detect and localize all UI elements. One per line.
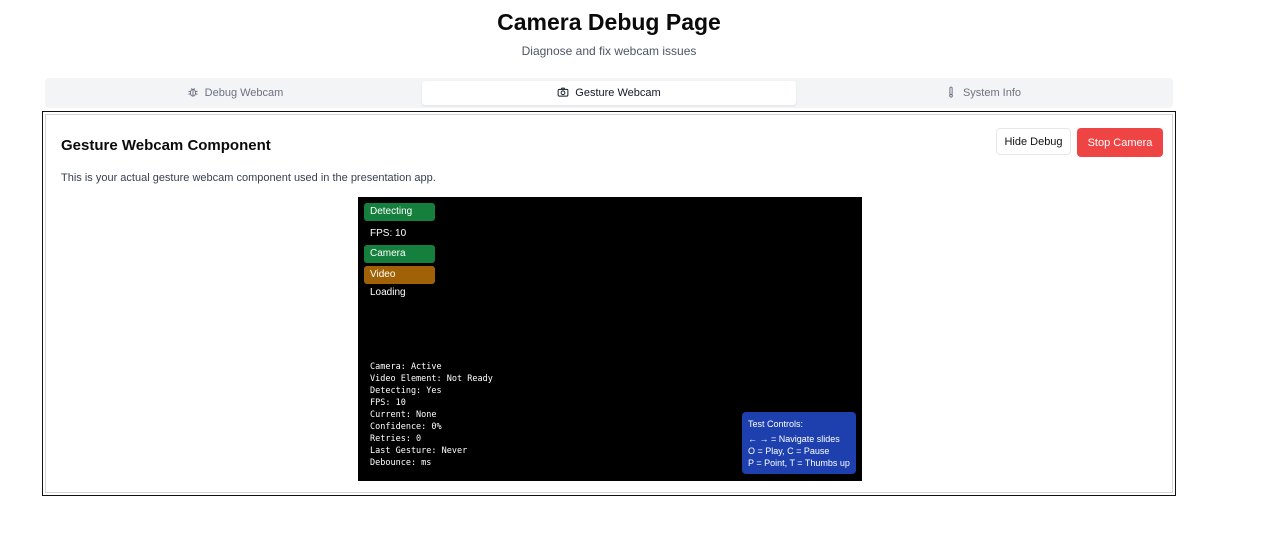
debug-line: Debounce: ms (370, 458, 432, 468)
card-title: Gesture Webcam Component (61, 137, 271, 154)
tab-label: Debug Webcam (204, 87, 284, 99)
tab-gesture-webcam[interactable]: Gesture Webcam (422, 81, 796, 105)
tab-label: System Info (962, 87, 1022, 99)
test-controls-line: ← → = Navigate slides (748, 434, 840, 444)
test-controls-title: Test Controls: (748, 419, 804, 429)
debug-line: Last Gesture: Never (370, 446, 468, 456)
camera-icon (557, 86, 569, 101)
debug-info-panel: Camera: Active Video Element: Not Ready … (370, 361, 493, 469)
debug-line: Detecting: Yes (370, 386, 442, 396)
webcam-view: Detecting FPS: 10 Camera Active Video Lo… (358, 197, 862, 481)
page-title: Camera Debug Page (497, 9, 721, 35)
detecting-badge: Detecting (364, 203, 435, 221)
tab-bar: Debug Webcam Gesture Webcam System Info (45, 78, 1173, 108)
debug-line: Current: None (370, 410, 437, 420)
video-status-badge: Video Loading (364, 266, 435, 298)
page-subtitle: Diagnose and fix webcam issues (521, 44, 697, 58)
gesture-webcam-card: Gesture Webcam Component This is your ac… (42, 111, 1176, 496)
tab-system-info[interactable]: System Info (796, 81, 1170, 105)
bug-icon (187, 86, 199, 101)
page-header: Camera Debug Page Diagnose and fix webca… (0, 0, 1218, 58)
camera-status-badge: Camera Active (364, 245, 435, 277)
card-description: This is your actual gesture webcam compo… (61, 172, 436, 184)
thermometer-icon (945, 86, 957, 101)
card-inner: Gesture Webcam Component This is your ac… (45, 114, 1173, 493)
debug-line: Video Element: Not Ready (370, 374, 493, 384)
debug-line: FPS: 10 (370, 398, 406, 408)
tab-debug-webcam[interactable]: Debug Webcam (48, 81, 422, 105)
test-controls-line: P = Point, T = Thumbs up (748, 458, 850, 468)
fps-indicator: FPS: 10 (370, 228, 407, 239)
debug-line: Confidence: 0% (370, 422, 442, 432)
debug-line: Retries: 0 (370, 434, 422, 444)
stop-camera-button[interactable]: Stop Camera (1077, 128, 1163, 157)
hide-debug-button[interactable]: Hide Debug (996, 128, 1071, 155)
test-controls-line: O = Play, C = Pause (748, 446, 830, 456)
debug-line: Camera: Active (370, 362, 442, 372)
test-controls-panel: Test Controls: ← → = Navigate slides O =… (742, 412, 856, 474)
tab-label: Gesture Webcam (575, 87, 661, 99)
